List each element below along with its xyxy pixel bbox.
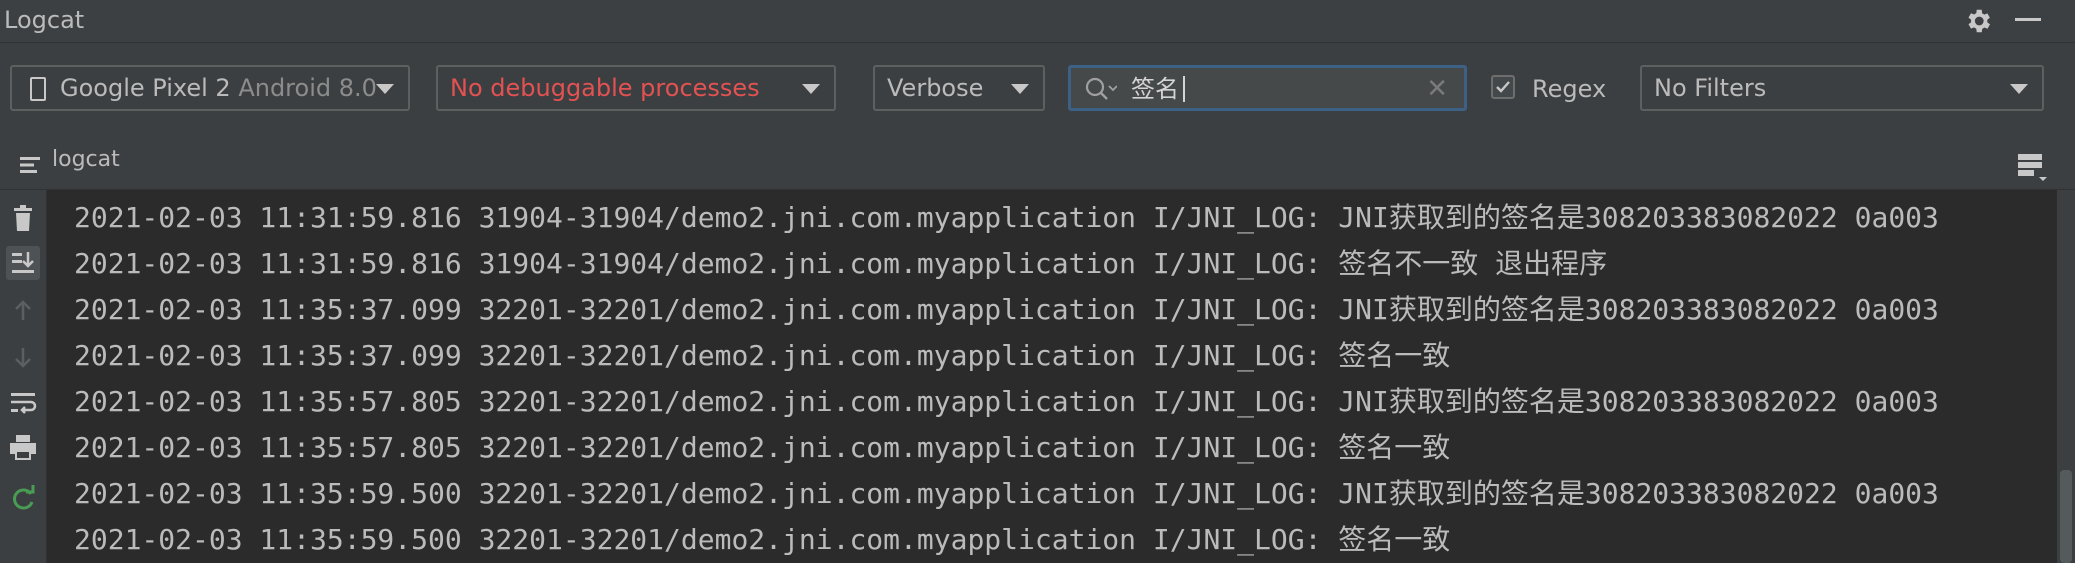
device-dropdown[interactable]: Google Pixel 2 Android 8.0 [10, 65, 410, 111]
scrollbar-thumb[interactable] [2060, 470, 2072, 563]
log-level-value: Verbose [887, 74, 984, 102]
checkmark-icon [1496, 81, 1510, 93]
restart-icon[interactable] [6, 482, 40, 516]
gear-icon[interactable] [1963, 6, 1993, 36]
down-arrow-icon[interactable] [6, 340, 40, 374]
scroll-to-end-button[interactable] [6, 246, 40, 280]
text-caret [1183, 76, 1185, 102]
logcat-title-bar: Logcat [0, 0, 2075, 43]
logcat-toolbar: Google Pixel 2 Android 8.0 No debuggable… [0, 43, 2075, 143]
log-line: 2021-02-03 11:35:59.500 32201-32201/demo… [74, 477, 1939, 510]
chevron-down-icon [802, 84, 820, 94]
search-input[interactable]: 签名 ✕ [1068, 65, 1467, 111]
chevron-down-icon [1011, 84, 1029, 94]
logcat-side-toolbar [0, 190, 47, 563]
print-icon[interactable] [6, 430, 40, 464]
filters-dropdown[interactable]: No Filters [1640, 65, 2044, 111]
window-title: Logcat [4, 6, 85, 34]
phone-icon [30, 77, 46, 101]
logcat-tab-row: logcat [0, 143, 2075, 190]
regex-checkbox[interactable] [1491, 75, 1515, 99]
process-value: No debuggable processes [450, 74, 760, 102]
chevron-down-icon [2010, 84, 2028, 94]
process-dropdown[interactable]: No debuggable processes [436, 65, 836, 111]
log-line: 2021-02-03 11:35:37.099 32201-32201/demo… [74, 293, 1939, 326]
device-version: Android 8.0 [238, 74, 377, 102]
log-line: 2021-02-03 11:31:59.816 31904-31904/demo… [74, 201, 1939, 234]
chevron-down-icon [376, 84, 394, 94]
logcat-lines-icon [20, 157, 40, 173]
soft-wrap-icon[interactable] [6, 386, 40, 420]
clear-icon[interactable]: ✕ [1426, 68, 1448, 108]
log-level-dropdown[interactable]: Verbose [873, 65, 1045, 111]
layout-settings-icon[interactable] [2015, 149, 2049, 183]
regex-label[interactable]: Regex [1532, 75, 1606, 103]
log-line: 2021-02-03 11:35:57.805 32201-32201/demo… [74, 385, 1939, 418]
device-name: Google Pixel 2 [60, 74, 231, 102]
up-arrow-icon[interactable] [6, 294, 40, 328]
log-line: 2021-02-03 11:35:57.805 32201-32201/demo… [74, 431, 1451, 464]
log-line: 2021-02-03 11:31:59.816 31904-31904/demo… [74, 247, 1608, 280]
trash-icon[interactable] [6, 202, 40, 236]
minimize-icon[interactable] [2015, 18, 2041, 21]
log-output[interactable]: 2021-02-03 11:31:59.816 31904-31904/demo… [47, 190, 2057, 563]
vertical-scrollbar[interactable] [2057, 190, 2075, 563]
scroll-to-end-icon [12, 252, 34, 273]
search-icon [1085, 77, 1117, 100]
search-value: 签名 [1131, 75, 1179, 103]
log-line: 2021-02-03 11:35:59.500 32201-32201/demo… [74, 523, 1451, 556]
tab-logcat[interactable]: logcat [52, 147, 120, 172]
filters-value: No Filters [1654, 74, 1767, 102]
log-line: 2021-02-03 11:35:37.099 32201-32201/demo… [74, 339, 1451, 372]
